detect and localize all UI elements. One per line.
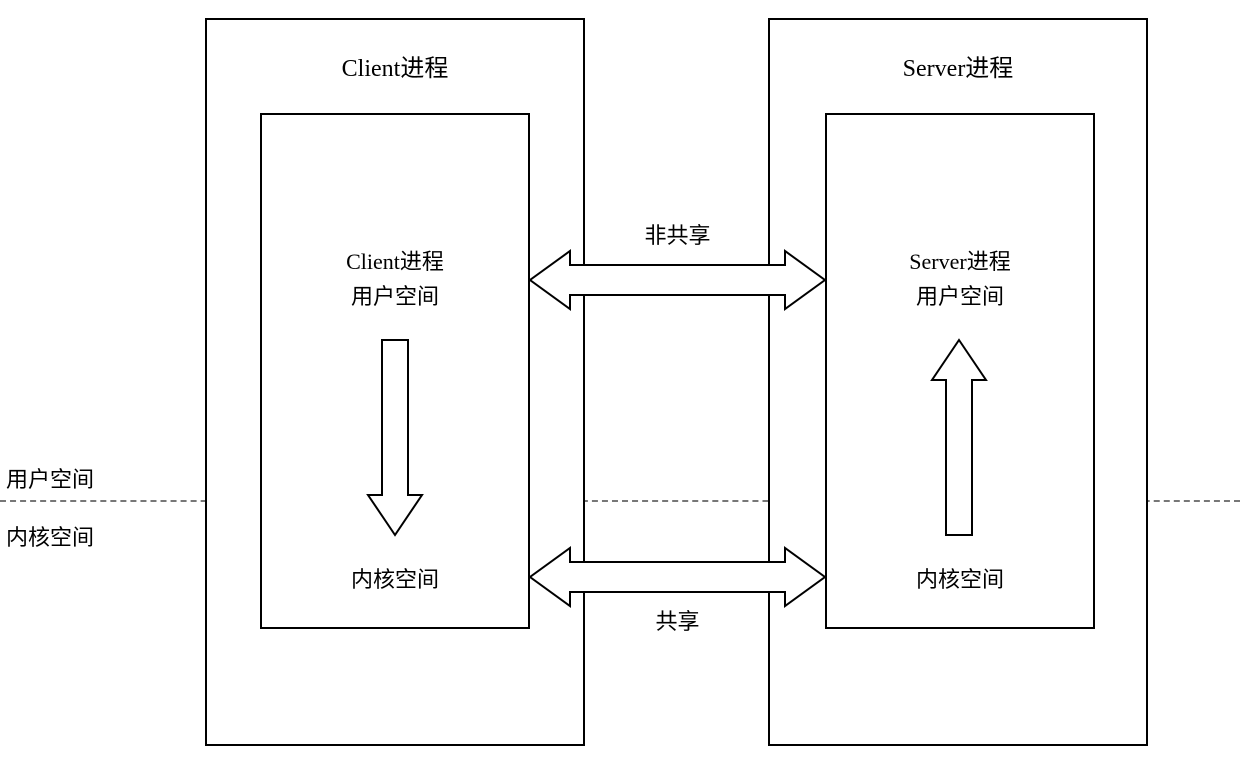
arrow-shared-icon (530, 552, 825, 602)
client-title: Client进程 (207, 48, 583, 83)
server-user-space-label: Server进程 用户空间 (825, 244, 1095, 314)
arrow-server-up-icon (932, 340, 986, 535)
server-title: Server进程 (770, 48, 1146, 83)
label-kernel-space: 内核空间 (6, 520, 94, 552)
server-kernel-label: 内核空间 (825, 562, 1095, 594)
label-user-space: 用户空间 (6, 462, 94, 494)
arrow-client-down-icon (368, 340, 422, 535)
arrow-non-shared-label: 非共享 (530, 218, 825, 250)
arrow-non-shared-icon (530, 255, 825, 305)
client-kernel-label: 内核空间 (260, 562, 530, 594)
client-user-space-label: Client进程 用户空间 (260, 244, 530, 314)
arrow-shared-label: 共享 (530, 604, 825, 636)
